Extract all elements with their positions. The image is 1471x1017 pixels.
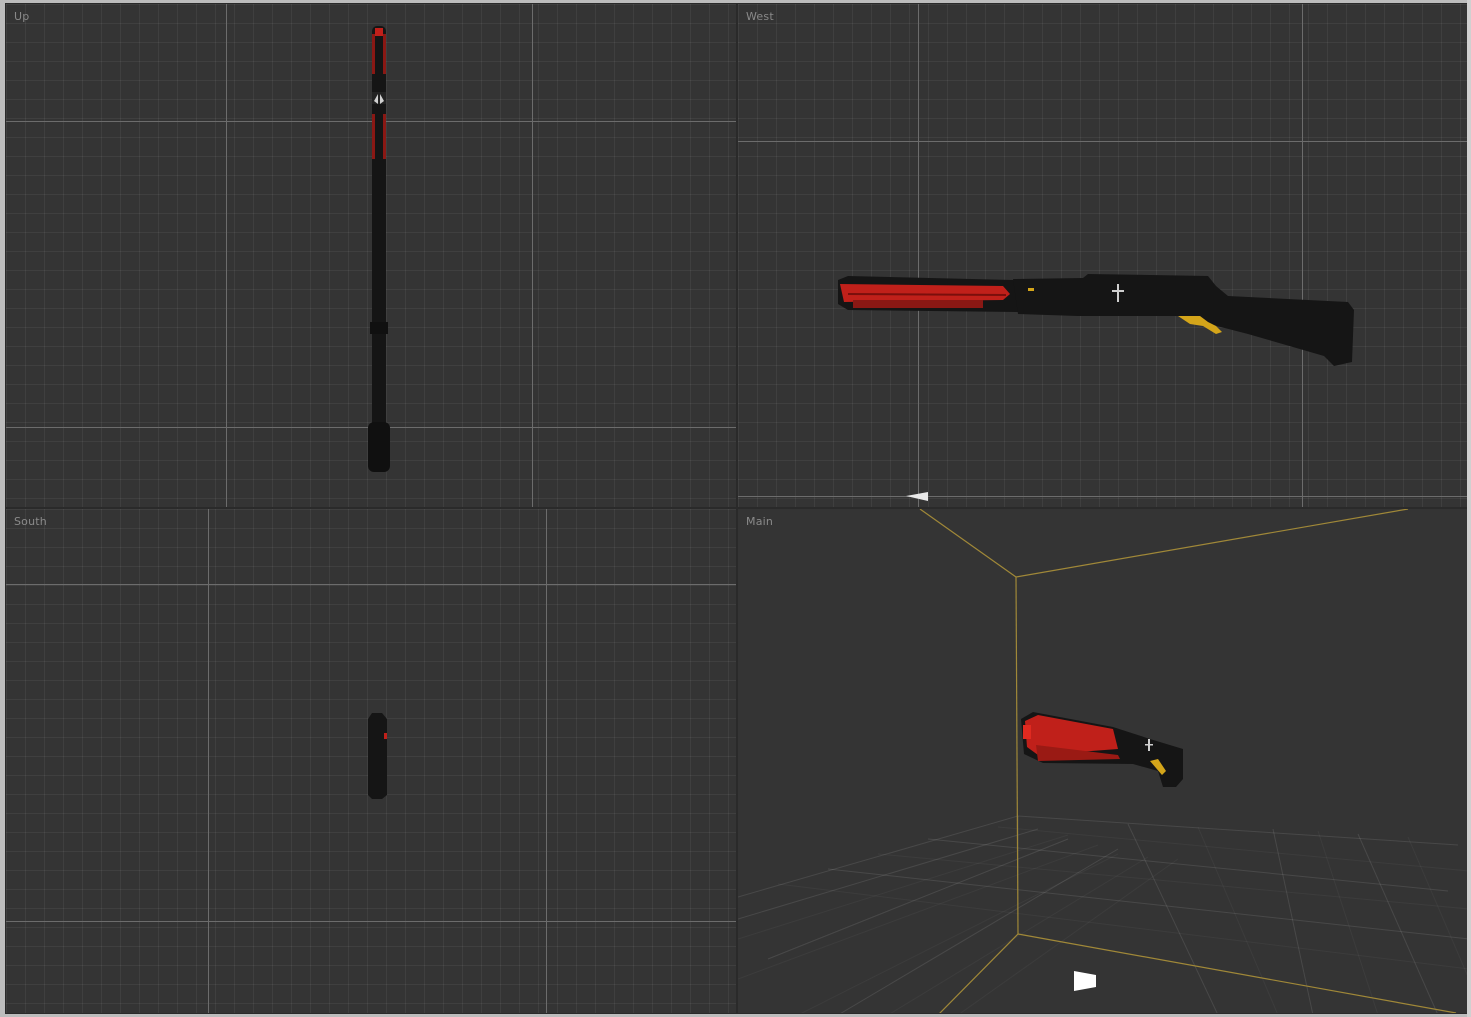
- viewport-south[interactable]: South: [5, 508, 737, 1014]
- window-edge: [1467, 0, 1471, 1017]
- viewport-up[interactable]: Up: [5, 3, 737, 508]
- bounding-box: [919, 509, 1457, 1013]
- model-perspective-view[interactable]: [1021, 712, 1183, 787]
- model-top-view[interactable]: [6, 4, 737, 508]
- viewport-main[interactable]: Main: [737, 508, 1468, 1014]
- viewport-west[interactable]: West: [737, 3, 1468, 508]
- camera-icon[interactable]: [906, 492, 928, 501]
- perspective-scene[interactable]: [738, 509, 1468, 1014]
- camera-icon[interactable]: [1074, 971, 1096, 991]
- voxel-editor-window: Up West South Main: [0, 0, 1471, 1017]
- floor-grid: [738, 815, 1467, 1013]
- model-side-view[interactable]: [738, 4, 1468, 508]
- model-front-view[interactable]: [6, 509, 737, 1014]
